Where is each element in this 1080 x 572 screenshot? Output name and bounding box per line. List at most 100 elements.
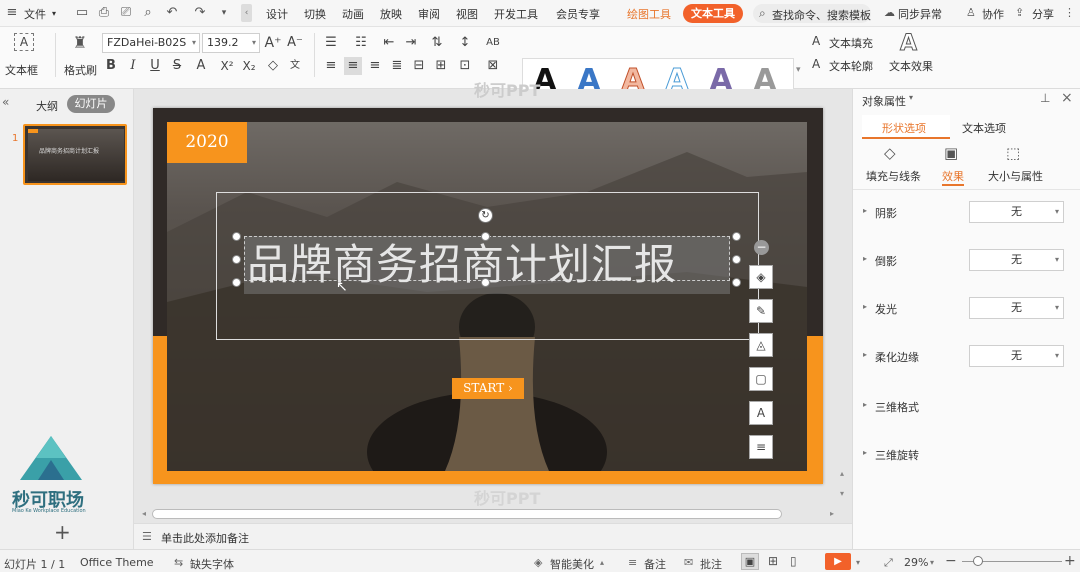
menu-design[interactable]: 设计 (266, 6, 288, 22)
shadow-select[interactable]: 无 ▾ (969, 201, 1064, 223)
layers-icon[interactable]: ◈ (749, 265, 773, 289)
preview-icon[interactable]: ⌕ (140, 5, 156, 21)
start-button[interactable]: START › (452, 378, 524, 399)
vertical-align-icon[interactable]: ⊡ (456, 57, 474, 75)
slide-sorter-icon[interactable]: ⊞ (768, 554, 778, 568)
subscript-icon[interactable]: X₂ (240, 57, 258, 75)
align-left-icon[interactable]: ≡ (322, 57, 340, 75)
text-effect-button[interactable]: 文本效果 (889, 58, 933, 74)
menu-text-tools[interactable]: 文本工具 (683, 4, 743, 23)
resize-handle[interactable] (232, 232, 241, 241)
subtab-effect[interactable]: 效果 (942, 168, 964, 186)
menu-review[interactable]: 审阅 (418, 6, 440, 22)
chevron-right-icon[interactable]: ▸ (863, 206, 867, 215)
redo-icon[interactable]: ↷ (192, 5, 208, 21)
chevron-up-icon[interactable]: ▴ (600, 558, 604, 567)
align-right-icon[interactable]: ≡ (366, 57, 384, 75)
chevron-right-icon[interactable]: ▸ (863, 350, 867, 359)
more-menu-icon[interactable]: ⋮ (1064, 6, 1075, 19)
strikethrough-icon[interactable]: S (168, 57, 186, 75)
align-center-icon[interactable]: ≡ (344, 57, 362, 75)
slide-thumbnail[interactable]: 品牌商务招商计划汇报 (23, 124, 127, 185)
comments-toggle[interactable]: 批注 (700, 556, 722, 572)
collab-button[interactable]: 协作 (982, 6, 1004, 22)
missing-font-button[interactable]: 缺失字体 (190, 556, 234, 572)
zoom-out-icon[interactable]: − (945, 553, 957, 569)
scroll-up-arrow-icon[interactable]: ▴ (840, 469, 844, 478)
font-size-select[interactable]: 139.2 ▾ (202, 33, 260, 53)
horizontal-scrollbar[interactable] (152, 509, 782, 519)
menu-file[interactable]: 文件 (24, 6, 46, 22)
menu-view[interactable]: 视图 (456, 6, 478, 22)
font-edit-icon[interactable]: A (749, 401, 773, 425)
notes-toggle[interactable]: 备注 (644, 556, 666, 572)
columns-icon[interactable]: ⊞ (432, 57, 450, 75)
subtab-fill-line[interactable]: 填充与线条 (866, 168, 921, 184)
resize-handle[interactable] (232, 255, 241, 264)
superscript-icon[interactable]: X² (218, 57, 236, 75)
menu-slideshow[interactable]: 放映 (380, 6, 402, 22)
resize-handle[interactable] (732, 232, 741, 241)
sync-status[interactable]: 同步异常 (898, 6, 942, 22)
bold-icon[interactable]: B (102, 57, 120, 75)
zoom-level[interactable]: 29% (904, 556, 928, 569)
pen-icon[interactable]: ✎ (749, 299, 773, 323)
3d-format-row[interactable]: ▸ 三维格式 (863, 395, 1073, 419)
scroll-right-arrow-icon[interactable]: ▸ (830, 509, 834, 518)
text-layout-icon[interactable]: ≡ (749, 435, 773, 459)
zoom-slider-thumb[interactable] (973, 556, 983, 566)
tab-outline[interactable]: 大纲 (36, 98, 58, 114)
text-box-align-icon[interactable]: ⊠ (484, 57, 502, 75)
resize-handle[interactable] (732, 255, 741, 264)
beautify-button[interactable]: 智能美化 (550, 556, 594, 572)
chevron-right-icon[interactable]: ▸ (863, 254, 867, 263)
tab-shape-options[interactable]: 形状选项 (862, 115, 950, 139)
rotate-handle-icon[interactable]: ↻ (478, 208, 493, 223)
more-icon[interactable]: ▾ (216, 5, 232, 21)
line-spacing-icon[interactable]: ↕ (456, 34, 474, 52)
add-slide-icon[interactable]: + (54, 520, 71, 544)
chevron-down-icon[interactable]: ▾ (52, 9, 56, 18)
pin-icon[interactable]: ⊥ (1040, 91, 1050, 105)
save-icon[interactable]: ▭ (74, 5, 90, 21)
reading-view-icon[interactable]: ▯ (790, 554, 797, 568)
text-format-icon[interactable]: AB (484, 34, 502, 52)
underline-icon[interactable]: U (146, 57, 164, 75)
menu-animation[interactable]: 动画 (342, 6, 364, 22)
export-icon[interactable]: ⎙ (96, 5, 112, 21)
text-outline-button[interactable]: 文本轮廓 (829, 58, 873, 74)
decrease-indent-icon[interactable]: ⇤ (380, 34, 398, 52)
subtab-size-properties[interactable]: 大小与属性 (988, 168, 1043, 184)
collapse-toolbar-icon[interactable]: − (754, 240, 769, 255)
collapse-panel-icon[interactable]: « (2, 95, 9, 109)
undo-icon[interactable]: ↶ (164, 5, 180, 21)
slide-title[interactable]: 品牌商务招商计划汇报 (247, 239, 737, 291)
print-icon[interactable]: ⎚ (118, 5, 134, 21)
play-slideshow-button[interactable]: ▶ (825, 553, 851, 570)
year-tag[interactable]: 2020 (167, 122, 247, 163)
slide[interactable]: 2020 品牌商务招商计划汇报 ↻ − ↖ START › ◈ ✎ ◬ ▢ A … (153, 108, 823, 484)
scroll-down-arrow-icon[interactable]: ▾ (840, 489, 844, 498)
menu-transition[interactable]: 切换 (304, 6, 326, 22)
justify-icon[interactable]: ≣ (388, 57, 406, 75)
scroll-left-icon[interactable]: ‹ (241, 4, 252, 22)
notes-pane[interactable]: ☰ 单击此处添加备注 (134, 523, 852, 549)
menu-drawing-tools[interactable]: 绘图工具 (627, 6, 671, 22)
chevron-down-icon[interactable]: ▾ (930, 558, 934, 567)
resize-handle[interactable] (481, 278, 490, 287)
menu-member[interactable]: 会员专享 (556, 6, 600, 22)
fit-window-icon[interactable]: ⤢ (884, 556, 893, 570)
numbered-list-icon[interactable]: ☷ (352, 34, 370, 52)
text-fill-button[interactable]: 文本填充 (829, 35, 873, 51)
font-color-icon[interactable]: A (192, 57, 210, 75)
glow-select[interactable]: 无 ▾ (969, 297, 1064, 319)
outline-frame-icon[interactable]: ▢ (749, 367, 773, 391)
gallery-more-icon[interactable]: ▾ (796, 65, 801, 75)
bullet-list-icon[interactable]: ☰ (322, 34, 340, 52)
italic-icon[interactable]: I (124, 57, 142, 75)
reflection-select[interactable]: 无 ▾ (969, 249, 1064, 271)
chevron-down-icon[interactable]: ▾ (856, 558, 860, 567)
text-direction-icon[interactable]: ⇅ (428, 34, 446, 52)
increase-indent-icon[interactable]: ⇥ (402, 34, 420, 52)
grow-font-icon[interactable]: A⁺ (264, 34, 282, 52)
